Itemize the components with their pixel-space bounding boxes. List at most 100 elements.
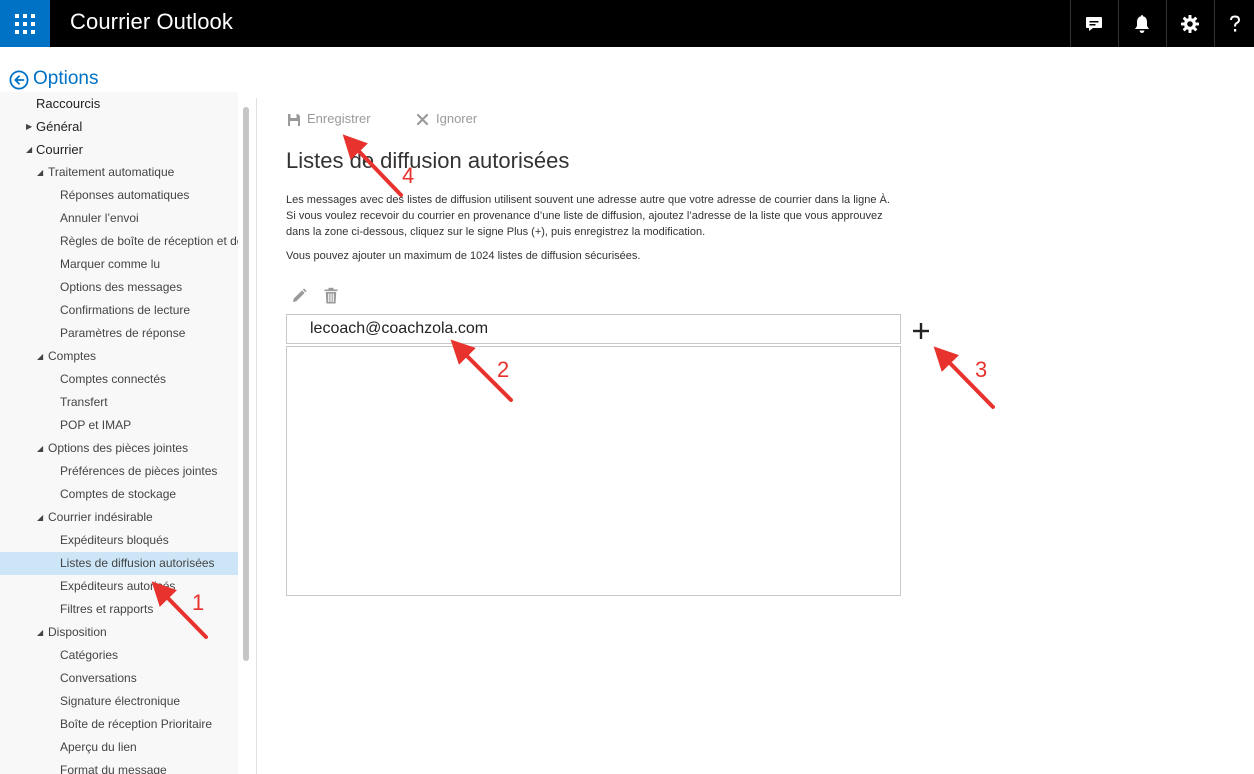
sidebar-item-label: Confirmations de lecture <box>60 303 191 317</box>
sidebar-item-label: Annuler l’envoi <box>60 211 139 225</box>
page-title: Listes de diffusion autorisées <box>286 148 570 173</box>
sidebar-item-label: POP et IMAP <box>60 418 132 432</box>
sidebar-item-preferences-pieces-jointes[interactable]: Préférences de pièces jointes <box>0 460 238 483</box>
max-lists-note: Vous pouvez ajouter un maximum de 1024 l… <box>286 250 641 262</box>
sidebar-item-label: Aperçu du lien <box>60 740 137 754</box>
panel-divider <box>256 98 257 774</box>
sidebar-item-label: Filtres et rapports <box>60 602 154 616</box>
sidebar-item-options-messages[interactable]: Options des messages <box>0 276 238 299</box>
sidebar-group-courrier-indesirable[interactable]: ◢ Courrier indésirable <box>0 506 238 529</box>
sidebar-item-apercu-lien[interactable]: Aperçu du lien <box>0 736 238 759</box>
sidebar-item-label: Conversations <box>60 671 137 685</box>
sidebar-item-label: Préférences de pièces jointes <box>60 464 218 478</box>
sidebar-item-label: Options des messages <box>60 280 183 294</box>
caret-down-icon: ◢ <box>26 145 33 154</box>
sidebar-item-label: Courrier <box>36 142 83 157</box>
top-bar: Courrier Outlook <box>0 0 1254 47</box>
back-arrow-icon[interactable] <box>9 70 29 90</box>
settings-button[interactable] <box>1166 0 1212 47</box>
caret-down-icon: ◢ <box>37 513 44 522</box>
floppy-disk-icon <box>288 114 300 126</box>
sidebar-item-label: Catégories <box>60 648 119 662</box>
sidebar-item-regles[interactable]: Règles de boîte de réception et de <box>0 230 238 253</box>
sidebar-item-label: Raccourcis <box>36 96 101 111</box>
notifications-button[interactable] <box>1118 0 1164 47</box>
add-icon[interactable] <box>908 317 936 345</box>
mailing-list-address-input[interactable] <box>286 314 901 344</box>
sidebar-item-label: Marquer comme lu <box>60 257 161 271</box>
sidebar-item-raccourcis[interactable]: Raccourcis <box>0 92 238 115</box>
sidebar-item-transfert[interactable]: Transfert <box>0 391 238 414</box>
sidebar-item-label: Règles de boîte de réception et de <box>60 234 238 248</box>
sidebar-scrollbar[interactable] <box>243 107 249 661</box>
app-title: Courrier Outlook <box>70 9 233 34</box>
caret-down-icon: ◢ <box>37 352 44 361</box>
sidebar-item-label: Options des pièces jointes <box>48 441 189 455</box>
sidebar-group-traitement-automatique[interactable]: ◢ Traitement automatique <box>0 161 238 184</box>
sidebar-item-confirmations-lecture[interactable]: Confirmations de lecture <box>0 299 238 322</box>
sidebar-item-label: Disposition <box>48 625 107 639</box>
sidebar-item-parametres-reponse[interactable]: Paramètres de réponse <box>0 322 238 345</box>
app-launcher-icon[interactable] <box>0 0 50 47</box>
mailing-list-listbox[interactable] <box>286 346 901 596</box>
sidebar-item-label: Expéditeurs autorisés <box>60 579 176 593</box>
sidebar-item-label: Comptes connectés <box>60 372 167 386</box>
sidebar-item-listes-diffusion-autorisees[interactable]: Listes de diffusion autorisées <box>0 552 238 575</box>
sidebar-group-disposition[interactable]: ◢ Disposition <box>0 621 238 644</box>
description-line: Les messages avec des listes de diffusio… <box>286 194 890 206</box>
save-label: Enregistrer <box>307 111 371 126</box>
sidebar-item-signature-electronique[interactable]: Signature électronique <box>0 690 238 713</box>
sidebar-item-pop-imap[interactable]: POP et IMAP <box>0 414 238 437</box>
sidebar-item-label: Listes de diffusion autorisées <box>60 556 215 570</box>
description-line: Si vous voulez recevoir du courrier en p… <box>286 210 883 222</box>
sidebar-item-marquer-comme-lu[interactable]: Marquer comme lu <box>0 253 238 276</box>
sidebar-item-label: Transfert <box>60 395 108 409</box>
sidebar-item-label: Général <box>36 119 83 134</box>
sidebar-item-label: Expéditeurs bloqués <box>60 533 169 547</box>
sidebar-item-label: Format du message <box>60 763 167 774</box>
description-line: dans la zone ci-dessous, cliquez sur le … <box>286 226 706 238</box>
gear-icon <box>1180 14 1199 33</box>
chat-feedback-button[interactable] <box>1070 0 1116 47</box>
sidebar-item-boite-prioritaire[interactable]: Boîte de réception Prioritaire <box>0 713 238 736</box>
pencil-icon[interactable] <box>290 287 308 305</box>
sidebar-item-label: Signature électronique <box>60 694 181 708</box>
sidebar-item-label: Traitement automatique <box>48 165 175 179</box>
sidebar-group-comptes[interactable]: ◢ Comptes <box>0 345 238 368</box>
sidebar-item-label: Comptes de stockage <box>60 487 177 501</box>
options-sidebar: Raccourcis ▶ Général ◢ Courrier ◢ Traitemen… <box>0 92 238 774</box>
options-title: Options <box>33 68 99 89</box>
sidebar-item-label: Paramètres de réponse <box>60 326 186 340</box>
sidebar-item-format-message[interactable]: Format du message <box>0 759 238 774</box>
sidebar-item-courrier[interactable]: ◢ Courrier <box>0 138 238 161</box>
sidebar-item-reponses-automatiques[interactable]: Réponses automatiques <box>0 184 238 207</box>
caret-down-icon: ◢ <box>37 168 44 177</box>
close-icon <box>416 113 429 126</box>
sidebar-item-label: Réponses automatiques <box>60 188 190 202</box>
annotation-number-4: 4 <box>402 163 415 188</box>
help-button[interactable] <box>1214 0 1254 47</box>
sidebar-group-pieces-jointes[interactable]: ◢ Options des pièces jointes <box>0 437 238 460</box>
sidebar-item-conversations[interactable]: Conversations <box>0 667 238 690</box>
help-icon <box>1229 15 1240 32</box>
annotation-number-2: 2 <box>497 357 510 382</box>
sidebar-item-general[interactable]: ▶ Général <box>0 115 238 138</box>
sidebar-item-categories[interactable]: Catégories <box>0 644 238 667</box>
bell-icon <box>1134 14 1149 33</box>
ignore-label: Ignorer <box>436 111 478 126</box>
sidebar-item-label: Boîte de réception Prioritaire <box>60 717 213 731</box>
sidebar-item-label: Comptes <box>48 349 97 363</box>
annotation-number-3: 3 <box>975 357 988 382</box>
sidebar-item-comptes-stockage[interactable]: Comptes de stockage <box>0 483 238 506</box>
caret-right-icon: ▶ <box>26 122 33 131</box>
page-description: Les messages avec des listes de diffusio… <box>286 192 946 240</box>
sidebar-item-expediteurs-bloques[interactable]: Expéditeurs bloqués <box>0 529 238 552</box>
caret-down-icon: ◢ <box>37 444 44 453</box>
chat-feedback-icon <box>1085 16 1102 31</box>
sidebar-item-comptes-connectes[interactable]: Comptes connectés <box>0 368 238 391</box>
caret-down-icon: ◢ <box>37 628 44 637</box>
sidebar-item-annuler-envoi[interactable]: Annuler l’envoi <box>0 207 238 230</box>
annotation-number-1: 1 <box>192 590 205 615</box>
sidebar-item-label: Courrier indésirable <box>48 510 153 524</box>
trash-icon[interactable] <box>323 287 339 305</box>
